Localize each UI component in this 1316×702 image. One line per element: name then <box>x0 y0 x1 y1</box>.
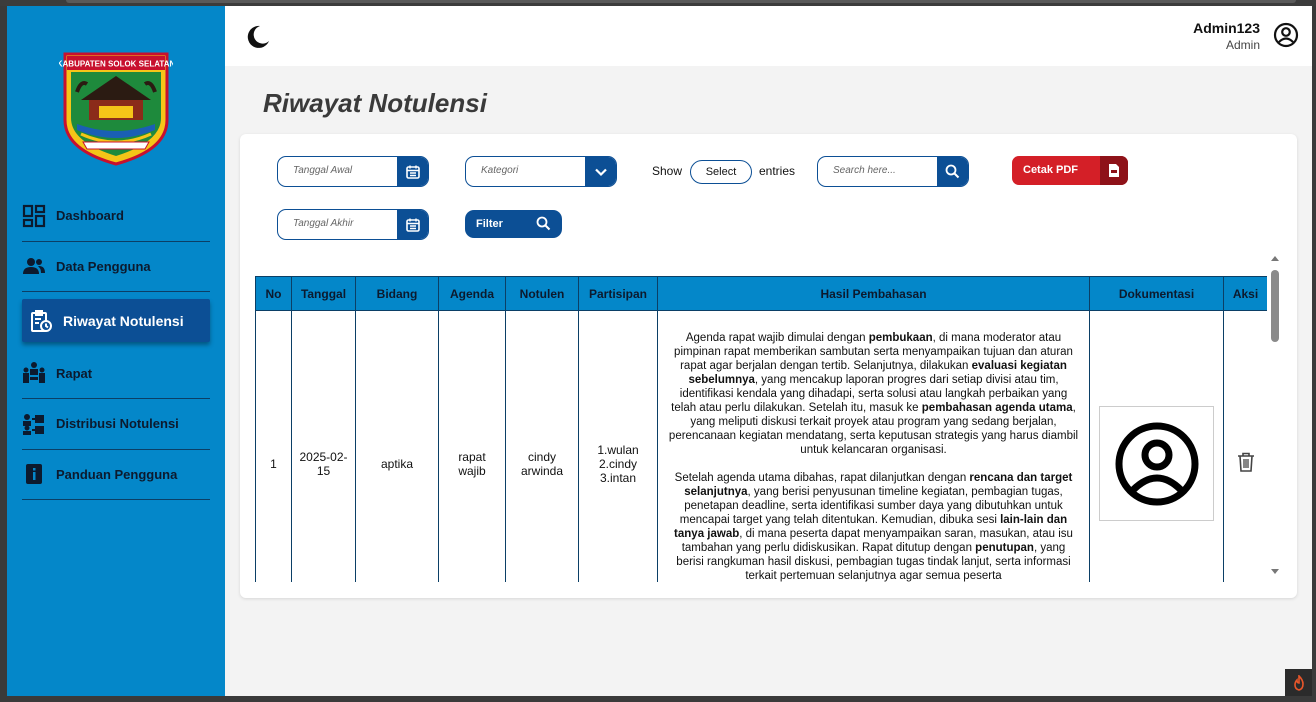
print-pdf-button[interactable]: Cetak PDF <box>1012 156 1128 185</box>
sidebar-item-data-pengguna[interactable]: Data Pengguna <box>22 242 210 292</box>
scrollbar-thumb[interactable] <box>1271 270 1279 342</box>
calendar-icon[interactable] <box>397 210 428 239</box>
kabupaten-logo: KABUPATEN SOLOK SELATAN <box>59 52 173 166</box>
sidebar-item-label: Riwayat Notulensi <box>63 312 184 329</box>
hasil-bold: pembahasan agenda utama <box>921 402 1073 414</box>
search-input[interactable]: Search here... <box>817 156 969 187</box>
app-window: KABUPATEN SOLOK SELATAN Dashboard Data P… <box>7 6 1312 696</box>
sidebar-item-riwayat-notulensi[interactable]: Riwayat Notulensi <box>22 292 210 343</box>
search-placeholder: Search here... <box>833 165 896 176</box>
notulensi-table: No Tanggal Bidang Agenda Notulen Partisi… <box>255 276 1267 582</box>
svg-text:KABUPATEN SOLOK SELATAN: KABUPATEN SOLOK SELATAN <box>59 60 173 69</box>
sidebar: KABUPATEN SOLOK SELATAN Dashboard Data P… <box>7 6 225 696</box>
meeting-icon <box>22 361 46 385</box>
column-header-no[interactable]: No <box>255 276 292 311</box>
hasil-bold: pembukaan <box>868 332 933 344</box>
table-header-row: No Tanggal Bidang Agenda Notulen Partisi… <box>255 276 1267 311</box>
window-title-bar <box>66 0 1296 3</box>
column-header-tanggal[interactable]: Tanggal <box>291 276 356 311</box>
dashboard-icon <box>22 204 46 228</box>
search-icon <box>536 216 551 231</box>
user-circle-icon <box>1115 422 1198 506</box>
participant: 1.wulan <box>597 442 639 457</box>
print-pdf-label: Cetak PDF <box>1023 164 1079 176</box>
content-card: Tanggal Awal Tanggal Akhir Kategori Filt… <box>240 134 1297 598</box>
user-name: Admin123 <box>1193 20 1260 36</box>
sidebar-item-label: Dashboard <box>56 208 124 224</box>
filter-button-label: Filter <box>476 218 503 230</box>
sidebar-item-panduan-pengguna[interactable]: Panduan Pengguna <box>22 450 210 500</box>
sidebar-nav: Dashboard Data Pengguna Riwayat Notulens… <box>22 191 210 500</box>
cell-bidang: aptika <box>355 310 439 582</box>
table-scrollbar[interactable] <box>1269 250 1281 580</box>
hasil-bold: penutupan <box>975 542 1034 554</box>
sidebar-item-rapat[interactable]: Rapat <box>22 349 210 399</box>
cell-hasil-pembahasan: Agenda rapat wajib dimulai dengan pembuk… <box>657 310 1090 582</box>
active-nav-pill: Riwayat Notulensi <box>22 299 210 342</box>
column-header-partisipan[interactable]: Partisipan <box>578 276 658 311</box>
distribution-icon <box>22 412 46 436</box>
hasil-text: Agenda rapat wajib dimulai dengan <box>685 332 869 344</box>
cell-notulen: cindy arwinda <box>505 310 579 582</box>
user-account-icon[interactable] <box>1273 22 1299 48</box>
column-header-agenda[interactable]: Agenda <box>438 276 506 311</box>
users-icon <box>22 254 46 278</box>
sidebar-item-dashboard[interactable]: Dashboard <box>22 191 210 242</box>
scroll-down-arrow-icon[interactable] <box>1271 569 1279 574</box>
table-row: 1 2025-02-15 aptika rapat wajib cindy ar… <box>255 310 1267 582</box>
end-date-placeholder: Tanggal Akhir <box>293 218 354 229</box>
user-role: Admin <box>1225 38 1260 52</box>
hasil-paragraph-1: Agenda rapat wajib dimulai dengan pembuk… <box>667 331 1080 457</box>
show-label: Show <box>652 164 683 178</box>
start-date-placeholder: Tanggal Awal <box>293 165 353 176</box>
history-clipboard-icon <box>29 309 53 333</box>
participant: 2.cindy <box>598 456 638 471</box>
cell-partisipan: 1.wulan 2.cindy 3.intan <box>578 310 658 582</box>
dark-mode-moon-icon[interactable] <box>245 24 271 50</box>
guide-icon <box>22 462 46 486</box>
sidebar-item-label: Panduan Pengguna <box>56 466 178 482</box>
sidebar-item-distribusi-notulensi[interactable]: Distribusi Notulensi <box>22 399 210 450</box>
fire-icon[interactable] <box>1285 669 1312 696</box>
sidebar-item-label: Distribusi Notulensi <box>56 416 179 432</box>
cell-agenda: rapat wajib <box>438 310 506 582</box>
column-header-aksi[interactable]: Aksi <box>1223 276 1267 311</box>
cell-dokumentasi <box>1089 310 1224 582</box>
cell-tanggal: 2025-02-15 <box>291 310 356 582</box>
sidebar-item-label: Rapat <box>56 365 93 381</box>
participant: 3.intan <box>599 470 637 485</box>
cell-no: 1 <box>255 310 292 582</box>
category-select[interactable]: Kategori <box>465 156 617 187</box>
hasil-paragraph-2: Setelah agenda utama dibahas, rapat dila… <box>667 471 1080 582</box>
entries-label: entries <box>759 164 796 178</box>
column-header-notulen[interactable]: Notulen <box>505 276 579 311</box>
scroll-up-arrow-icon[interactable] <box>1271 256 1279 261</box>
cell-aksi <box>1223 310 1267 582</box>
calendar-icon[interactable] <box>397 157 428 186</box>
page-title: Riwayat Notulensi <box>263 88 487 118</box>
column-header-dokumentasi[interactable]: Dokumentasi <box>1089 276 1224 311</box>
documentation-image[interactable] <box>1099 406 1214 522</box>
column-header-hasil-pembahasan[interactable]: Hasil Pembahasan <box>657 276 1090 311</box>
filter-button[interactable]: Filter <box>465 210 562 238</box>
top-header: Admin123 Admin <box>225 6 1312 66</box>
hasil-text: Setelah agenda utama dibahas, rapat dila… <box>674 472 970 484</box>
pdf-file-icon <box>1100 156 1128 185</box>
search-icon[interactable] <box>937 157 968 186</box>
sidebar-item-label: Data Pengguna <box>56 258 151 274</box>
trash-icon[interactable] <box>1237 452 1255 473</box>
start-date-input[interactable]: Tanggal Awal <box>277 156 429 187</box>
chevron-down-icon[interactable] <box>585 157 616 186</box>
end-date-input[interactable]: Tanggal Akhir <box>277 209 429 240</box>
column-header-bidang[interactable]: Bidang <box>355 276 439 311</box>
entries-select[interactable]: Select <box>690 160 752 184</box>
category-placeholder: Kategori <box>481 165 519 176</box>
